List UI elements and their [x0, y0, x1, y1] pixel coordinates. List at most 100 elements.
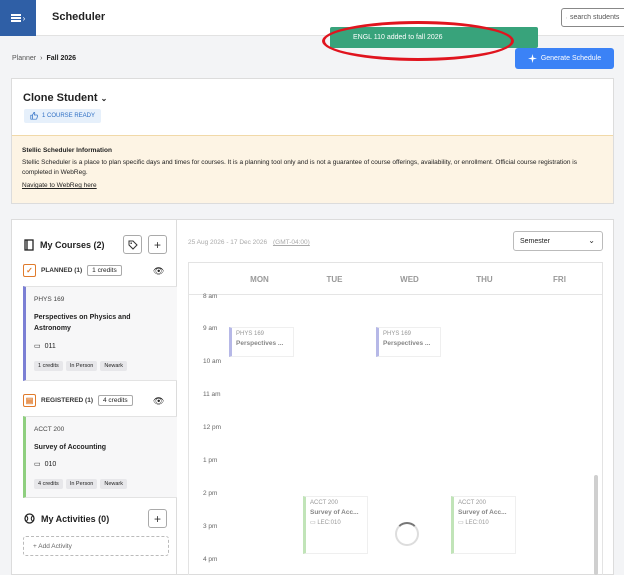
student-card: Clone Student ⌄ 1 COURSE READY Stellic S…	[11, 78, 614, 204]
course-ready-badge[interactable]: 1 COURSE READY	[24, 109, 102, 123]
calendar-event[interactable]: ACCT 200 Survey of Acc... ▭ LEC:010	[451, 496, 516, 554]
scheduler-info-box: Stellic Scheduler Information Stellic Sc…	[12, 135, 613, 203]
toast-notification: ENGL 110 added to fall 2026	[330, 27, 538, 48]
course-code: ACCT 200	[34, 426, 65, 433]
tag: Newark	[100, 479, 127, 489]
event-section: ▭ LEC:010	[458, 519, 511, 526]
loading-spinner	[395, 522, 419, 546]
course-section: ▭ 011	[34, 342, 56, 351]
event-title: Perspectives ...	[236, 340, 284, 347]
app-title: Scheduler	[52, 11, 106, 23]
generate-schedule-label: Generate Schedule	[540, 55, 602, 62]
course-tags: 1 credits In Person Newark	[34, 361, 127, 371]
my-activities-header: My Activities (0)	[24, 513, 109, 524]
time-label: 10 am	[203, 358, 222, 365]
planned-label: PLANNED (1)	[41, 267, 83, 274]
time-label: 11 am	[203, 391, 221, 398]
search-input[interactable]	[570, 14, 624, 21]
time-label: 12 pm	[203, 424, 222, 431]
course-ready-label: 1 COURSE READY	[42, 113, 96, 119]
header-divider	[189, 294, 602, 295]
tag: Newark	[100, 361, 127, 371]
calendar-scrollbar[interactable]	[594, 475, 598, 575]
my-courses-header: My Courses (2)	[24, 239, 105, 251]
time-label: 2 pm	[203, 490, 218, 497]
day-header-tue: TUE	[326, 275, 343, 284]
eye-icon[interactable]: 👁	[153, 396, 164, 407]
calendar-icon: ▤	[23, 394, 36, 407]
course-section: ▭ 010	[34, 460, 57, 469]
section-number: 011	[44, 342, 56, 350]
event-code: ACCT 200	[310, 500, 338, 506]
add-course-button[interactable]: +	[148, 235, 167, 254]
search-icon	[566, 17, 567, 18]
course-title: Perspectives on Physics and Astronomy	[34, 314, 131, 332]
breadcrumb-current: Fall 2026	[46, 55, 77, 62]
registered-label: REGISTERED (1)	[41, 397, 94, 404]
time-label: 4 pm	[203, 556, 218, 563]
chevron-right-icon: ›	[22, 13, 26, 23]
calendar-grid: MON TUE WED THU FRI 8 am 9 am 10 am 11 a…	[188, 262, 603, 575]
calendar-event[interactable]: PHYS 169 Perspectives ...	[376, 327, 441, 357]
my-courses-panel: My Courses (2) + ✓ PLANNED (1) 1 credits…	[11, 219, 179, 575]
add-activity-icon-button[interactable]: +	[148, 509, 167, 528]
add-activity-button[interactable]: + Add Activity	[23, 536, 169, 556]
generate-schedule-button[interactable]: Generate Schedule	[515, 48, 614, 69]
plus-icon: +	[153, 237, 161, 252]
date-range: 25 Aug 2026 - 17 Dec 2026 (GMT-04:00)	[188, 239, 310, 246]
time-label: 3 pm	[203, 523, 218, 530]
event-section: ▭ LEC:010	[310, 519, 363, 526]
calendar-event[interactable]: PHYS 169 Perspectives ...	[229, 327, 294, 357]
day-header-wed: WED	[400, 275, 419, 284]
chevron-down-icon: ⌄	[100, 93, 108, 103]
time-label: 8 am	[203, 293, 218, 300]
registered-row: ▤ REGISTERED (1) 4 credits	[23, 394, 133, 407]
tag: 1 credits	[34, 361, 63, 371]
course-card-phys169[interactable]: PHYS 169 Perspectives on Physics and Ast…	[23, 286, 179, 381]
time-label: 9 am	[203, 325, 218, 332]
view-select-value: Semester	[520, 237, 550, 245]
chevron-down-icon: ⌄	[588, 236, 595, 245]
check-icon: ✓	[23, 264, 36, 277]
event-code: ACCT 200	[458, 500, 486, 506]
breadcrumb-planner[interactable]: Planner	[12, 55, 36, 62]
event-section-text: LEC:010	[465, 520, 489, 526]
course-code: PHYS 169	[34, 296, 65, 303]
course-card-acct200[interactable]: ACCT 200 Survey of Accounting ▭ 010 4 cr…	[23, 416, 179, 498]
event-title: Survey of Acc...	[458, 509, 507, 516]
hamburger-icon	[10, 14, 21, 22]
course-tags: 4 credits In Person Newark	[34, 479, 127, 489]
calendar-event[interactable]: ACCT 200 Survey of Acc... ▭ LEC:010	[303, 496, 368, 554]
tag-icon	[128, 240, 138, 250]
event-title: Perspectives ...	[383, 340, 431, 347]
day-header-fri: FRI	[553, 275, 566, 284]
info-title: Stellic Scheduler Information	[22, 147, 112, 154]
plus-icon: +	[153, 511, 161, 526]
tag-filter-button[interactable]	[123, 235, 142, 254]
calendar-icon: ▭	[310, 520, 316, 526]
info-body: Stellic Scheduler is a place to plan spe…	[22, 159, 577, 176]
tag: 4 credits	[34, 479, 63, 489]
planned-row: ✓ PLANNED (1) 1 credits	[23, 264, 122, 277]
course-title: Survey of Accounting	[34, 444, 107, 451]
calendar-icon: ▭	[34, 343, 41, 350]
event-code: PHYS 169	[383, 331, 412, 337]
calendar-icon: ▭	[458, 520, 464, 526]
webreg-link[interactable]: Navigate to WebReg here	[22, 181, 97, 191]
timezone-link[interactable]: (GMT-04:00)	[273, 239, 310, 246]
event-section-text: LEC:010	[317, 520, 341, 526]
menu-toggle-button[interactable]: ›	[0, 0, 36, 36]
view-select[interactable]: Semester ⌄	[513, 231, 603, 251]
my-courses-title: My Courses (2)	[40, 240, 105, 250]
planned-credits: 1 credits	[87, 265, 122, 276]
eye-icon[interactable]: 👁	[153, 266, 164, 277]
student-search[interactable]	[561, 8, 624, 27]
tag: In Person	[65, 361, 98, 371]
section-number: 010	[44, 460, 57, 468]
student-name: Clone Student	[23, 92, 98, 104]
toast-message: ENGL 110 added to fall 2026	[353, 34, 443, 41]
student-selector[interactable]: Clone Student ⌄	[23, 92, 107, 104]
tag: In Person	[65, 479, 98, 489]
event-code: PHYS 169	[236, 331, 265, 337]
activity-icon	[24, 513, 35, 524]
